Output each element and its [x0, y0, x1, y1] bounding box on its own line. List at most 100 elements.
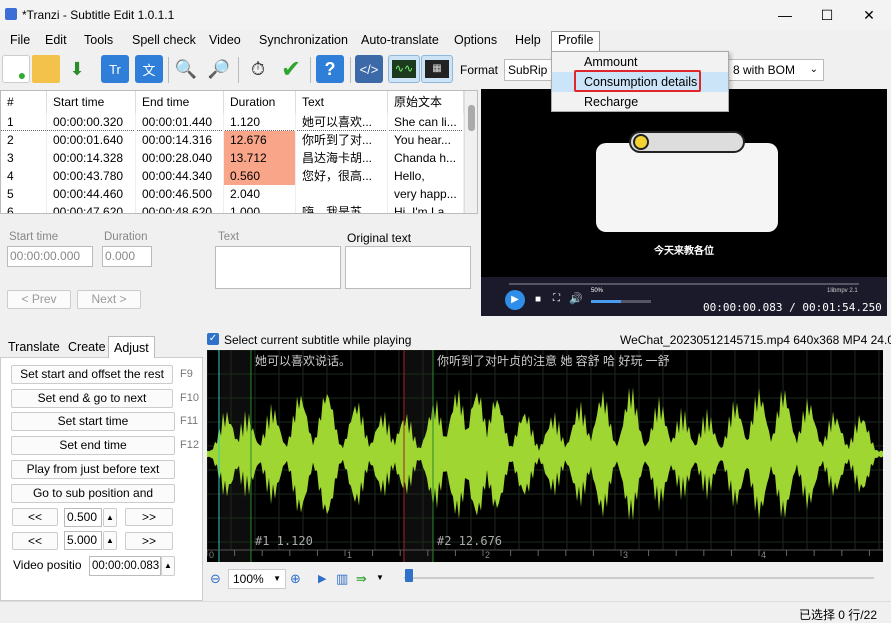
cell-text: 昌达海卡胡... — [296, 149, 388, 167]
volume-icon[interactable]: 🔊 — [569, 292, 583, 305]
adjust-button-5[interactable]: Go to sub position and — [11, 483, 175, 503]
open-folder-icon[interactable] — [32, 55, 60, 83]
prev-button[interactable]: < Prev — [7, 290, 71, 309]
format-select[interactable]: SubRip — [504, 59, 552, 81]
grid-scrollbar[interactable] — [464, 91, 477, 213]
position-track[interactable] — [404, 577, 874, 579]
table-row[interactable]: 2 00:00:01.640 00:00:14.316 12.676 你听到了对... Y… — [1, 131, 466, 149]
adjust-button-3[interactable]: Set end time — [11, 436, 175, 456]
adjust-button-4[interactable]: Play from just before text — [11, 459, 175, 479]
back-large-button[interactable]: << — [12, 532, 58, 550]
navigate-chevron-icon[interactable]: ▼ — [376, 573, 384, 582]
player-rate: 1libmpv 2.1 — [827, 288, 858, 294]
table-row[interactable]: 3 00:00:14.328 00:00:28.040 13.712 昌达海卡胡... C… — [1, 149, 466, 167]
volume-slider[interactable] — [591, 300, 651, 303]
back-small-button[interactable]: << — [12, 508, 58, 526]
minimize-button[interactable]: — — [764, 0, 806, 30]
forward-large-button[interactable]: >> — [125, 532, 173, 550]
help-icon[interactable]: ? — [316, 55, 344, 83]
video-toggle-icon[interactable]: ▦ — [421, 55, 453, 83]
adjust-button-2[interactable]: Set start time — [11, 412, 175, 432]
menu-profile[interactable]: Profile — [551, 31, 601, 53]
highlight-box — [574, 70, 701, 92]
spell-check-icon[interactable]: ✔ — [277, 55, 305, 83]
table-row[interactable]: 5 00:00:44.460 00:00:46.500 2.040 very happ.… — [1, 185, 466, 203]
cell-duration: 1.120 — [224, 113, 296, 131]
header-number[interactable]: # — [1, 91, 47, 113]
cell-text: 她可以喜欢... — [296, 113, 388, 131]
zoom-out-icon[interactable]: ⊖ — [210, 571, 221, 587]
tab-translate[interactable]: Translate — [3, 336, 65, 358]
play-icon[interactable]: ▶ — [505, 290, 525, 310]
menu-options[interactable]: Options — [452, 33, 499, 47]
adjust-button-0[interactable]: Set start and offset the rest — [11, 365, 173, 384]
menu-item-amount[interactable]: Ammount — [552, 52, 728, 72]
table-row[interactable]: 6 00:00:47.620 00:00:48.620 1.000 嗨，我是苏... Hi… — [1, 203, 466, 213]
menu-synchronization[interactable]: Synchronization — [257, 33, 350, 47]
table-row[interactable]: 1 00:00:00.320 00:00:01.440 1.120 她可以喜欢... Sh… — [1, 113, 466, 131]
tab-adjust[interactable]: Adjust — [108, 336, 155, 358]
table-row[interactable]: 4 00:00:43.780 00:00:44.340 0.560 您好，很高... He… — [1, 167, 466, 185]
cell-start: 00:00:14.328 — [47, 149, 136, 167]
adjust-button-1[interactable]: Set end & go to next — [11, 388, 173, 408]
cell-end: 00:00:46.500 — [136, 185, 224, 203]
menu-file[interactable]: File — [8, 33, 32, 47]
step-large-spinner[interactable]: ▲ — [103, 531, 117, 550]
waveform-toggle-icon[interactable]: ∿∿ — [388, 55, 420, 83]
video-player[interactable]: 今天来教各位 ▶ ■ ⛶ 🔊 50% 1libmpv 2.1 00:00:00.… — [481, 89, 887, 316]
original-text-editor[interactable] — [345, 246, 471, 289]
source-view-icon[interactable]: </> — [355, 55, 383, 83]
cell-text: 你听到了对... — [296, 131, 388, 149]
step-small-spinner[interactable]: ▲ — [103, 508, 117, 527]
navigate-icon[interactable]: ⇛ — [356, 571, 367, 587]
maximize-button[interactable]: ☐ — [806, 0, 848, 30]
find-icon[interactable]: 🔍 — [172, 55, 200, 83]
video-caption: 今天来教各位 — [654, 246, 714, 257]
shortcut-label: F10 — [180, 391, 199, 404]
forward-small-button[interactable]: >> — [125, 508, 173, 526]
menu-item-recharge[interactable]: Recharge — [552, 92, 728, 112]
waveform-panel[interactable]: 她可以喜欢说话。 你听到了对叶贞的注意 她 容舒 哈 好玩 一舒 #1 1.12… — [207, 350, 883, 562]
zoom-select[interactable]: 100% ▼ — [228, 569, 286, 589]
tab-create[interactable]: Create — [63, 336, 111, 358]
position-thumb[interactable] — [405, 569, 413, 582]
start-time-input[interactable]: 00:00:00.000 — [7, 246, 93, 267]
header-duration[interactable]: Duration — [224, 91, 296, 113]
menu-help[interactable]: Help — [513, 33, 543, 47]
cell-text: 您好，很高... — [296, 167, 388, 185]
encoding-select[interactable]: 8 with BOM ⌄ — [728, 59, 824, 81]
menu-edit[interactable]: Edit — [43, 33, 69, 47]
close-button[interactable]: ✕ — [848, 0, 890, 30]
header-end[interactable]: End time — [136, 91, 224, 113]
menu-spell-check[interactable]: Spell check — [130, 33, 198, 47]
menu-tools[interactable]: Tools — [82, 33, 115, 47]
text-editor[interactable] — [215, 246, 341, 289]
header-original[interactable]: 原始文本 — [388, 91, 464, 113]
video-position-input[interactable]: 00:00:00.083 — [89, 556, 161, 576]
translate-icon[interactable]: 文 — [135, 55, 163, 83]
subtitle-grid[interactable]: # Start time End time Duration Text 原始文本… — [0, 90, 478, 214]
video-position-spinner[interactable]: ▲ — [161, 556, 175, 576]
stop-icon[interactable]: ■ — [535, 294, 541, 305]
select-while-playing-checkbox[interactable]: ✓ — [207, 333, 219, 345]
header-text[interactable]: Text — [296, 91, 388, 113]
next-button[interactable]: Next > — [77, 290, 141, 309]
menu-video[interactable]: Video — [207, 33, 243, 47]
header-start[interactable]: Start time — [47, 91, 136, 113]
visual-sync-icon[interactable]: ⏱ — [244, 55, 272, 83]
duration-input[interactable]: 0.000 — [102, 246, 152, 267]
cell-duration: 12.676 — [224, 131, 296, 149]
cell-start: 00:00:44.460 — [47, 185, 136, 203]
zoom-in-icon[interactable]: ⊕ — [290, 571, 301, 587]
play-selection-icon[interactable]: ▶ — [318, 572, 326, 585]
save-icon[interactable]: ⬇ — [63, 55, 91, 83]
help-translate-icon[interactable]: Tr — [101, 55, 129, 83]
replace-icon[interactable]: 🔎 — [205, 55, 233, 83]
step-small-input[interactable]: 0.500 — [64, 508, 102, 527]
fullscreen-icon[interactable]: ⛶ — [553, 293, 560, 304]
seek-bar[interactable] — [509, 283, 859, 285]
new-file-icon[interactable]: ● — [2, 55, 30, 83]
menu-auto-translate[interactable]: Auto-translate — [359, 33, 441, 47]
step-large-input[interactable]: 5.000 — [64, 531, 102, 550]
split-view-icon[interactable]: ▥ — [336, 571, 348, 587]
